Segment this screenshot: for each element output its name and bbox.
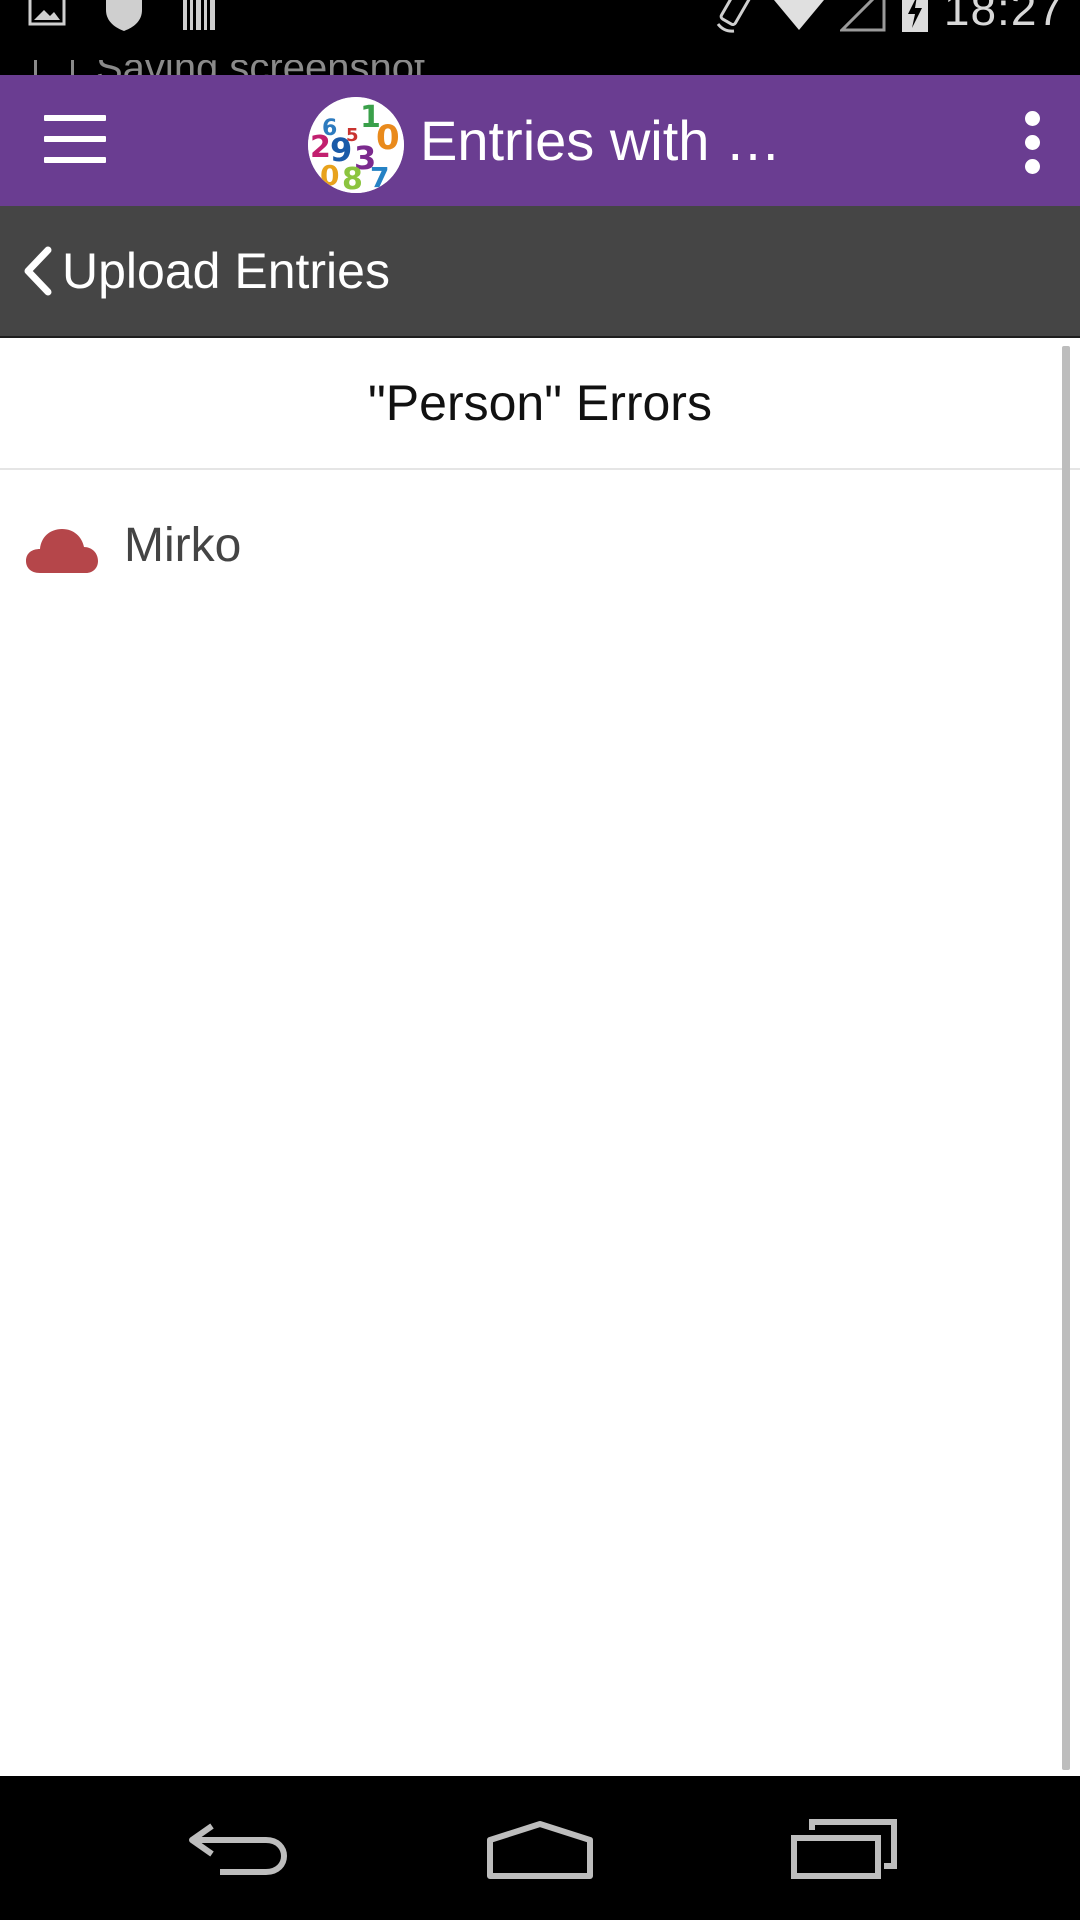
section-header: "Person" Errors: [0, 338, 1080, 470]
overflow-dot: [1025, 111, 1040, 126]
svg-text:8: 8: [342, 162, 363, 193]
list-item-label: Mirko: [124, 519, 242, 572]
app-logo-icon: 1 6 5 0 2 9 3 0 8 7: [308, 97, 404, 193]
scrollbar[interactable]: [1062, 346, 1070, 1770]
svg-text:0: 0: [320, 159, 339, 192]
list-item[interactable]: Mirko: [0, 470, 1080, 630]
cloud-icon: [26, 529, 98, 573]
notification-text: Saving screenshot: [96, 60, 425, 75]
overflow-dot: [1025, 159, 1040, 174]
svg-text:7: 7: [370, 161, 389, 193]
menu-line: [44, 136, 106, 142]
overflow-dot: [1025, 135, 1040, 150]
svg-text:0: 0: [376, 118, 400, 158]
chevron-left-icon: [24, 246, 52, 296]
status-bar: 18:27 Saving screenshot: [0, 0, 1080, 75]
section-title: "Person" Errors: [368, 375, 712, 431]
back-button[interactable]: Upload Entries: [20, 234, 390, 308]
status-left-icons: [28, 0, 216, 32]
home-nav-icon[interactable]: [484, 1820, 596, 1880]
status-time: 18:27: [943, 0, 1064, 35]
content-area: "Person" Errors Mirko: [0, 338, 1080, 1776]
recents-nav-icon[interactable]: [790, 1818, 898, 1880]
menu-line: [44, 157, 106, 163]
signal-icon: [839, 0, 886, 32]
rotate-icon: [716, 0, 754, 33]
barcode-icon: [183, 0, 215, 30]
app-title: Entries with …: [420, 109, 781, 172]
battery-charging-icon: [901, 0, 928, 32]
overflow-menu-button[interactable]: [1022, 111, 1044, 175]
app-bar: 1 6 5 0 2 9 3 0 8 7 Entries with …: [0, 75, 1080, 206]
wifi-icon: [773, 0, 824, 30]
back-nav-icon[interactable]: [186, 1816, 292, 1880]
screenshot-icon: [34, 60, 74, 75]
notification-ticker: Saving screenshot: [34, 60, 425, 75]
navigation-bar: [0, 1776, 1080, 1920]
status-right-icons: 18:27: [714, 0, 1064, 36]
back-button-label: Upload Entries: [62, 243, 390, 299]
shield-icon: [106, 0, 142, 31]
sub-toolbar: Upload Entries: [0, 206, 1080, 338]
menu-line: [44, 115, 106, 121]
hamburger-menu-button[interactable]: [44, 115, 108, 167]
gallery-icon: [28, 0, 66, 26]
